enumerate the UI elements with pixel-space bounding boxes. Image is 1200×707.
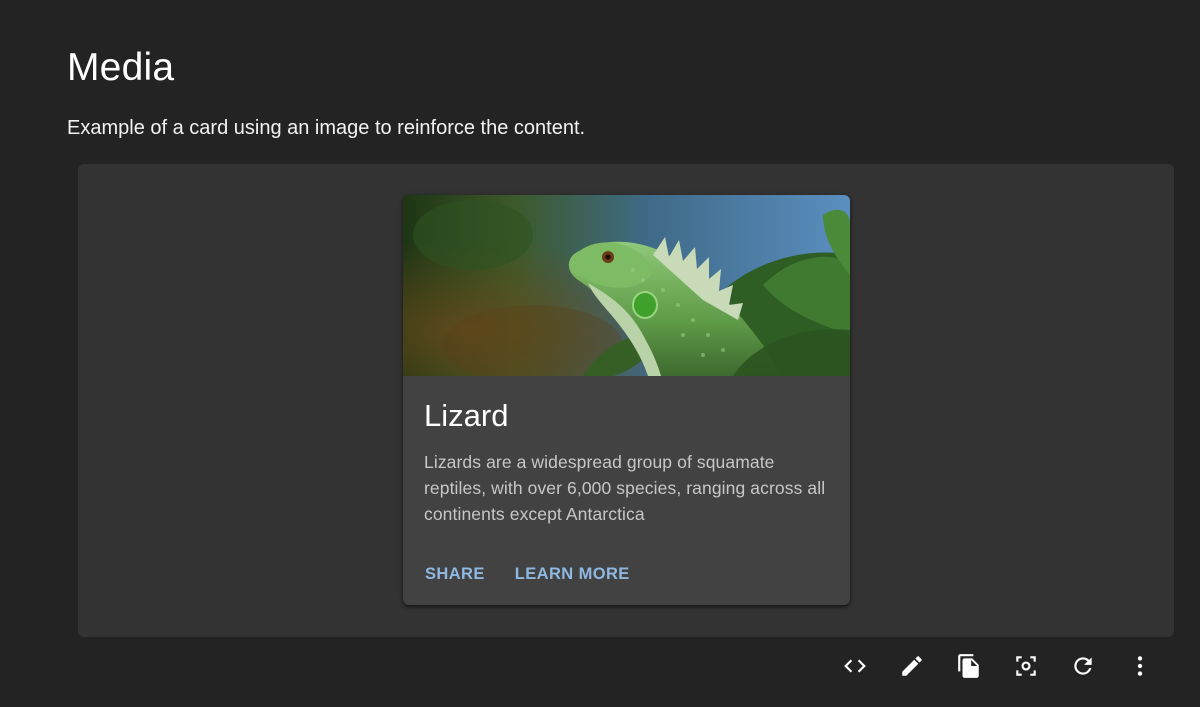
copy-icon [958, 654, 979, 678]
section-title: Media [67, 46, 175, 89]
card-actions: SHARE LEARN MORE [417, 557, 638, 592]
refresh-button[interactable] [1063, 648, 1103, 684]
share-button[interactable]: SHARE [417, 557, 493, 592]
demo-preview-area: Lizard Lizards are a widespread group of… [78, 164, 1174, 637]
section-description: Example of a card using an image to rein… [67, 117, 586, 139]
screenshot-icon [1016, 656, 1036, 676]
demo-toolbar [835, 648, 1160, 684]
lizard-card-image [403, 195, 850, 376]
view-source-button[interactable] [835, 648, 875, 684]
card-description: Lizards are a widespread group of squama… [424, 452, 826, 524]
more-options-button[interactable] [1120, 648, 1160, 684]
media-card: Lizard Lizards are a widespread group of… [403, 195, 850, 605]
copy-button[interactable] [949, 648, 989, 684]
code-icon [844, 659, 866, 673]
edit-icon [902, 656, 922, 676]
more-vert-icon [1137, 656, 1143, 676]
refresh-icon [1074, 657, 1092, 675]
learn-more-button[interactable]: LEARN MORE [507, 557, 638, 592]
edit-button[interactable] [892, 648, 932, 684]
screenshot-button[interactable] [1006, 648, 1046, 684]
card-title: Lizard [424, 398, 509, 433]
